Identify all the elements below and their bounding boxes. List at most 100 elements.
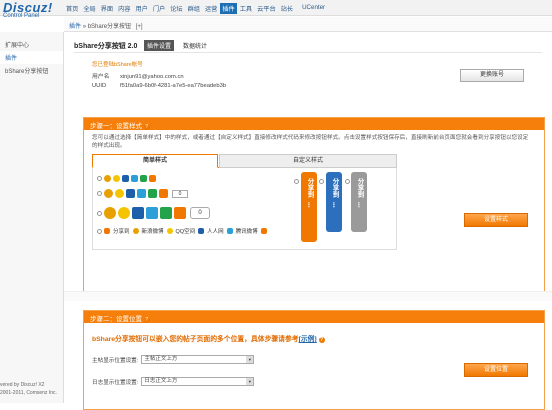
tencent-weibo-icon bbox=[146, 207, 158, 219]
set-style-button[interactable]: 设置样式 bbox=[464, 213, 528, 227]
douban-icon bbox=[148, 189, 157, 198]
uuid-label: UUID bbox=[92, 83, 107, 89]
style-option-row[interactable] bbox=[97, 175, 158, 182]
style-option-row[interactable]: 分享到 新浪微博 QQ空间 人人网 腾讯微博 bbox=[97, 227, 269, 235]
blog-position-select[interactable]: 日志正文上方 ▼ bbox=[141, 377, 255, 386]
step2-header: 步骤二：设置位置 ? bbox=[84, 311, 544, 323]
nav-item[interactable]: 门户 bbox=[151, 3, 167, 14]
step2-panel: 步骤二：设置位置 ? bShare分享按钮可以嵌入您的帖子页面的多个位置，具体步… bbox=[83, 310, 545, 410]
nav-item[interactable]: 界面 bbox=[99, 3, 115, 14]
change-account-button[interactable]: 更换账号 bbox=[460, 69, 524, 82]
tab-custom-style[interactable]: 自定义样式 bbox=[219, 154, 397, 168]
nav-item[interactable]: 工具 bbox=[238, 3, 254, 14]
style-radio[interactable] bbox=[97, 210, 102, 216]
tab-plugin-settings[interactable]: 插件设置 bbox=[144, 40, 175, 51]
thread-position-select[interactable]: 主帖正文上方 ▼ bbox=[141, 355, 255, 364]
help-icon[interactable]: ? bbox=[143, 124, 150, 130]
example-link[interactable]: [示例] bbox=[299, 336, 317, 343]
nav-item[interactable]: 全局 bbox=[81, 3, 97, 14]
sidebar-item[interactable]: 扩展中心 bbox=[0, 38, 63, 51]
style-options: 0 0 分享到 新浪微博 QQ空间 人人网 腾讯微博 分享到 ⋮ 分享到 ⋮ 分… bbox=[92, 168, 397, 250]
sidebar: 扩展中心 插件 bShare分享按钮 vered by Discuz! X2 200… bbox=[0, 32, 64, 403]
more-dots-icon: ⋮ bbox=[355, 201, 363, 209]
step2-title: 步骤二：设置位置 bbox=[90, 316, 142, 323]
step1-title: 步骤一：设置样式 bbox=[90, 123, 142, 130]
qzone-icon bbox=[113, 175, 120, 182]
vertical-share-button[interactable]: 分享到 ⋮ bbox=[351, 172, 367, 232]
renren-icon bbox=[126, 189, 135, 198]
vertical-share-button[interactable]: 分享到 ⋮ bbox=[301, 172, 317, 242]
bshare-icon bbox=[104, 228, 110, 234]
help-icon[interactable]: ? bbox=[143, 317, 150, 323]
nav-item[interactable]: 群组 bbox=[186, 3, 202, 14]
style-option-row[interactable]: 0 bbox=[97, 189, 188, 198]
thread-position-row: 主帖显示位置设置: 主帖正文上方 ▼ bbox=[92, 355, 255, 364]
login-notice: 您已登陆bShare帐号 bbox=[92, 62, 143, 68]
douban-icon bbox=[160, 207, 172, 219]
step2-headline: bShare分享按钮可以嵌入您的帖子页面的多个位置，具体步骤请参考[示例] ? bbox=[92, 336, 325, 343]
divider bbox=[74, 52, 542, 53]
main-content: bShare分享按钮 2.0 插件设置 数据统计 您已登陆bShare帐号 用户… bbox=[64, 33, 552, 410]
section-gap bbox=[64, 291, 552, 301]
breadcrumb-bar: 插件 » bShare分享按钮 [+] bbox=[64, 17, 552, 32]
logo-subtitle: Control Panel bbox=[3, 13, 40, 19]
nav-item[interactable]: 云平台 bbox=[255, 3, 278, 14]
discuz-logo[interactable]: Discuz! Control Panel bbox=[3, 0, 63, 27]
style-radio[interactable] bbox=[294, 179, 299, 184]
nav-item[interactable]: 运营 bbox=[203, 3, 219, 14]
breadcrumb-add[interactable]: [+] bbox=[136, 24, 143, 30]
service-label: QQ空间 bbox=[175, 229, 196, 235]
more-icon bbox=[174, 207, 186, 219]
nav-item[interactable]: 用户 bbox=[134, 3, 150, 14]
nav-item[interactable]: 内容 bbox=[116, 3, 132, 14]
main-nav: 首页 全局 界面 内容 用户 门户 论坛 群组 运营 插件 工具 云平台 站长 UCenter bbox=[64, 3, 328, 14]
tencent-weibo-icon bbox=[131, 175, 138, 182]
sidebar-footer: vered by Discuz! X2 2001-2011, Comsenz I… bbox=[0, 381, 57, 397]
more-dots-icon: ⋮ bbox=[330, 201, 338, 209]
vertical-share-label: 分享到 bbox=[331, 178, 338, 198]
vertical-share-label: 分享到 bbox=[356, 178, 363, 198]
top-nav-bar: Discuz! Control Panel 首页 全局 界面 内容 用户 门户 论坛 群组 运营… bbox=[0, 0, 552, 19]
qzone-icon bbox=[166, 228, 173, 234]
nav-item[interactable]: 站长 bbox=[279, 3, 295, 14]
username-label: 用户名 bbox=[92, 74, 110, 80]
style-radio[interactable] bbox=[97, 191, 102, 196]
blog-position-row: 日志显示位置设置: 日志正文上方 ▼ bbox=[92, 377, 255, 386]
step1-panel: 步骤一：设置样式 ? 您可以通过选择【简单样式】中的样式，或者通过【自定义样式】… bbox=[83, 117, 545, 297]
more-dots-icon: ⋮ bbox=[305, 201, 313, 209]
breadcrumb-plugins[interactable]: 插件 bbox=[69, 24, 81, 30]
vertical-share-button[interactable]: 分享到 ⋮ bbox=[326, 172, 342, 232]
breadcrumb: 插件 » bShare分享按钮 [+] bbox=[69, 24, 143, 30]
service-label: 新浪微博 bbox=[141, 229, 164, 235]
share-count-small: 0 bbox=[172, 189, 188, 198]
style-radio[interactable] bbox=[319, 179, 324, 184]
tencent-weibo-icon bbox=[226, 228, 233, 234]
tab-statistics[interactable]: 数据统计 bbox=[180, 40, 210, 51]
style-radio[interactable] bbox=[345, 179, 350, 184]
renren-icon bbox=[198, 228, 205, 234]
service-label: 人人网 bbox=[207, 229, 224, 235]
chevron-down-icon: ▼ bbox=[246, 378, 254, 385]
account-info: 用户名 xinjun91@yahoo.com.cn UUID f51fa0a9-6b… bbox=[92, 73, 226, 91]
sidebar-item[interactable]: 插件 bbox=[0, 51, 63, 64]
sidebar-item[interactable]: bShare分享按钮 bbox=[0, 64, 63, 77]
style-radio[interactable] bbox=[97, 228, 102, 234]
nav-item[interactable]: 首页 bbox=[64, 3, 80, 14]
weibo-icon bbox=[104, 175, 111, 182]
weibo-icon bbox=[104, 207, 116, 219]
help-icon[interactable]: ? bbox=[318, 337, 325, 343]
nav-item[interactable]: 插件 bbox=[220, 3, 237, 14]
style-radio[interactable] bbox=[97, 176, 102, 181]
qzone-icon bbox=[115, 189, 124, 198]
tab-simple-style[interactable]: 简单样式 bbox=[92, 154, 218, 168]
step1-description: 您可以通过选择【简单样式】中的样式，或者通过【自定义样式】直接修改样式代码来修改… bbox=[92, 135, 529, 149]
set-position-button[interactable]: 设置位置 bbox=[464, 363, 528, 377]
style-option-row[interactable]: 0 bbox=[97, 207, 210, 219]
nav-item[interactable]: UCenter bbox=[300, 3, 327, 14]
nav-item[interactable]: 论坛 bbox=[168, 3, 184, 14]
service-label: 腾讯微博 bbox=[235, 229, 258, 235]
tencent-weibo-icon bbox=[137, 189, 146, 198]
qzone-icon bbox=[118, 207, 130, 219]
footer-powered: vered by Discuz! X2 bbox=[0, 382, 45, 388]
weibo-icon bbox=[104, 189, 113, 198]
